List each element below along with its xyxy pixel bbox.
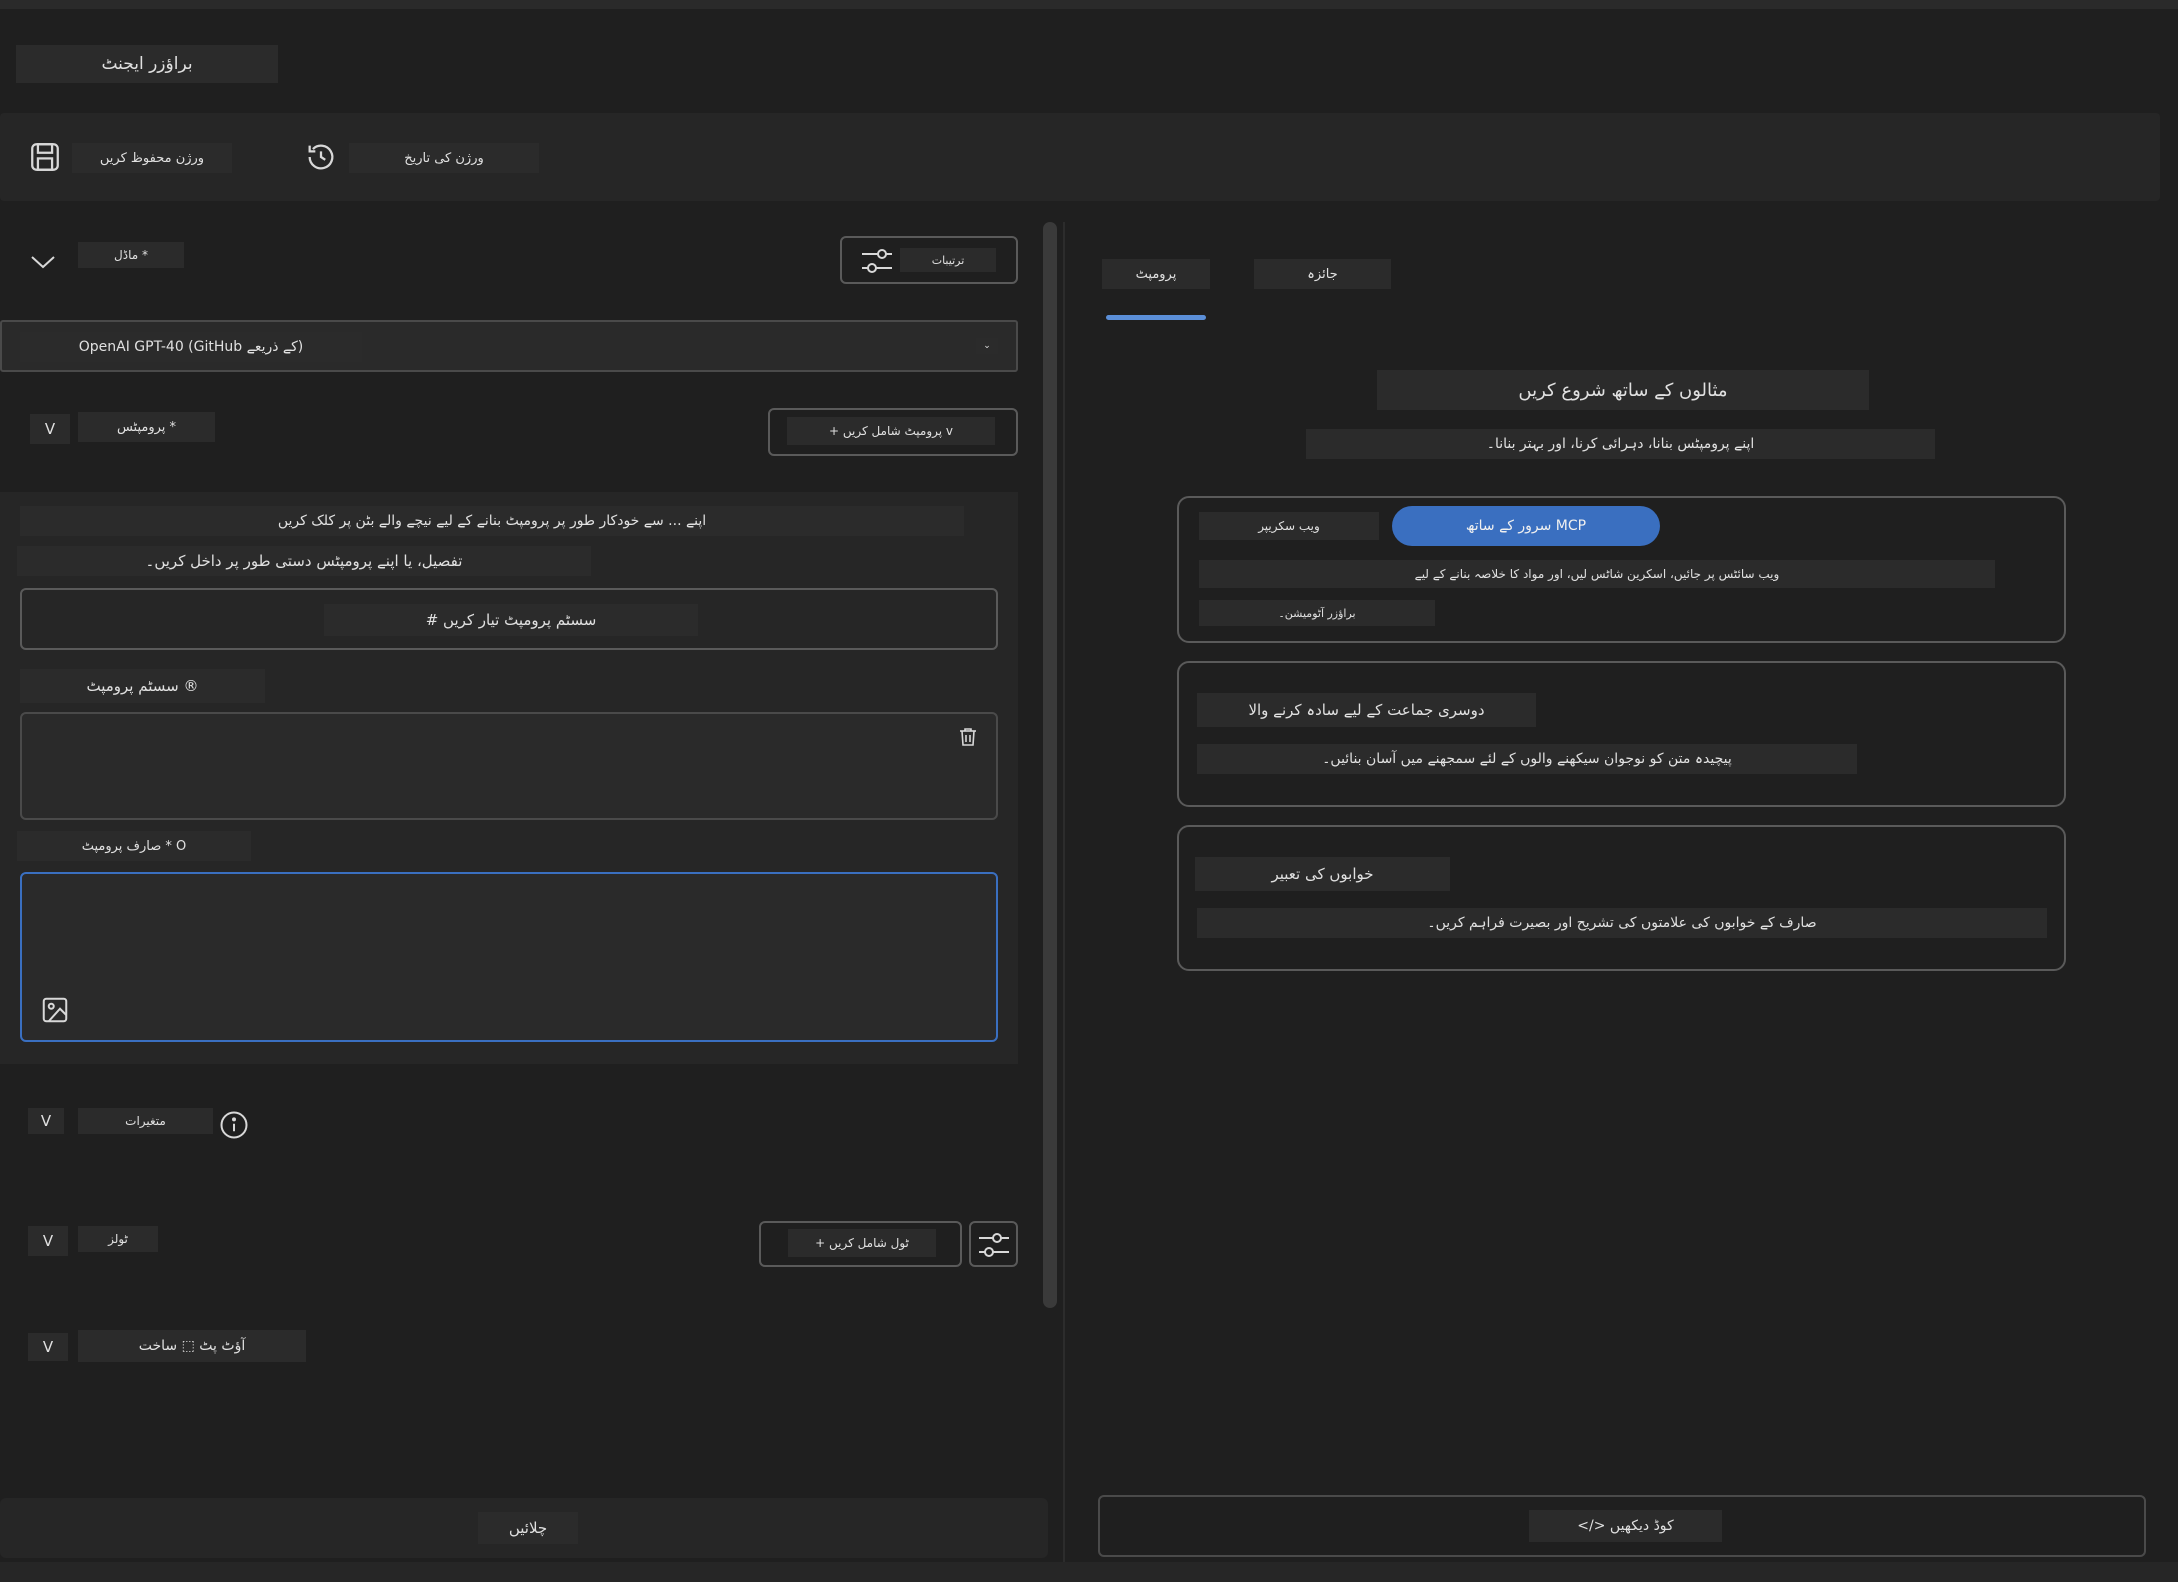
tab-review[interactable]: جائزہ: [1254, 259, 1391, 289]
system-prompt-textarea[interactable]: [20, 712, 998, 820]
model-selected-value: OpenAI GPT-40 (GitHub کے ذریعے): [20, 332, 362, 362]
model-select-chevron-icon: ⌄: [976, 338, 998, 354]
example-card-title: دوسری جماعت کے لیے سادہ کرنے والا: [1197, 693, 1536, 727]
example-card-desc-line2: براؤزر آٹومیشن۔: [1199, 600, 1435, 626]
prompts-collapse-chevron[interactable]: V: [30, 414, 70, 444]
user-prompt-label: صارف پرومپٹ * O: [17, 831, 251, 861]
example-card-desc: پیچیدہ متن کو نوجوان سیکھنے والوں کے لئے…: [1197, 744, 1857, 774]
info-icon[interactable]: [219, 1110, 249, 1140]
history-icon[interactable]: [304, 140, 338, 174]
left-panel-scrollbar[interactable]: [1043, 222, 1057, 1308]
window-top-bar: [0, 0, 2178, 9]
example-card-dream-interpretation[interactable]: [1177, 825, 2066, 971]
app-title: براؤزر ایجنٹ: [16, 45, 278, 83]
save-icon[interactable]: [28, 140, 62, 174]
model-settings-label: ترتیبات: [900, 248, 996, 272]
tools-sliders-icon: [977, 1228, 1011, 1260]
examples-subtitle: اپنے پرومپٹس بنانا، دہرائی کرنا، اور بہت…: [1306, 429, 1935, 459]
output-collapse-chevron[interactable]: V: [28, 1333, 68, 1361]
example-card-tag: ویب سکریپر: [1199, 512, 1379, 540]
example-card-chip: سرور کے ساتھ MCP: [1392, 506, 1660, 546]
tools-section-label: ٹولز: [78, 1226, 158, 1252]
chevron-down-icon[interactable]: [28, 250, 58, 274]
panel-divider: [1063, 222, 1065, 1562]
view-code-label: </> کوڈ دیکھیں: [1529, 1510, 1722, 1542]
prompts-hint-line1: اپنے ... سے خودکار طور پر پرومپٹ بنانے ک…: [20, 506, 964, 536]
user-prompt-textarea[interactable]: [20, 872, 998, 1042]
example-card-desc: صارف کے خوابوں کی علامتوں کی تشریح اور ب…: [1197, 908, 2047, 938]
variables-collapse-chevron[interactable]: V: [28, 1108, 64, 1134]
generate-system-prompt-label: # سسٹم پرومپٹ تیار کریں: [324, 604, 698, 636]
variables-section-label: متغیرات: [78, 1108, 213, 1134]
examples-title: مثالوں کے ساتھ شروع کریں: [1377, 370, 1869, 410]
version-history-button[interactable]: ورژن کی تاریخ: [349, 143, 539, 173]
active-tab-indicator: [1106, 315, 1206, 320]
image-attach-icon[interactable]: [40, 995, 70, 1025]
prompts-hint-line2: تفصیل، یا اپنے پرومپٹس دستی طور پر داخل …: [17, 546, 591, 576]
tab-prompt[interactable]: پرومپٹ: [1102, 259, 1210, 289]
prompts-section-label: پرومپٹس *: [78, 412, 215, 442]
output-structure-label: آؤٹ پٹ ⬚ ساخت: [78, 1330, 306, 1362]
add-tool-label: + ٹول شامل کریں: [788, 1229, 936, 1257]
sliders-icon: [860, 244, 894, 276]
tools-collapse-chevron[interactable]: V: [28, 1226, 68, 1256]
example-card-title: خوابوں کی تعبیر: [1195, 857, 1450, 891]
system-prompt-label: سسٹم پرومپٹ ®: [20, 669, 265, 703]
add-prompt-label: + پرومپٹ شامل کریں v: [787, 417, 995, 445]
model-section-label: ماڈل *: [78, 242, 184, 268]
run-button[interactable]: چلائیں: [478, 1512, 578, 1544]
status-bar: [0, 1562, 2178, 1582]
save-version-button[interactable]: ورژن محفوظ کریں: [72, 143, 232, 173]
trash-icon[interactable]: [956, 725, 980, 749]
example-card-simplifier[interactable]: [1177, 661, 2066, 807]
example-card-desc: ویب سائٹس پر جائیں، اسکرین شاٹس لیں، اور…: [1199, 560, 1995, 588]
